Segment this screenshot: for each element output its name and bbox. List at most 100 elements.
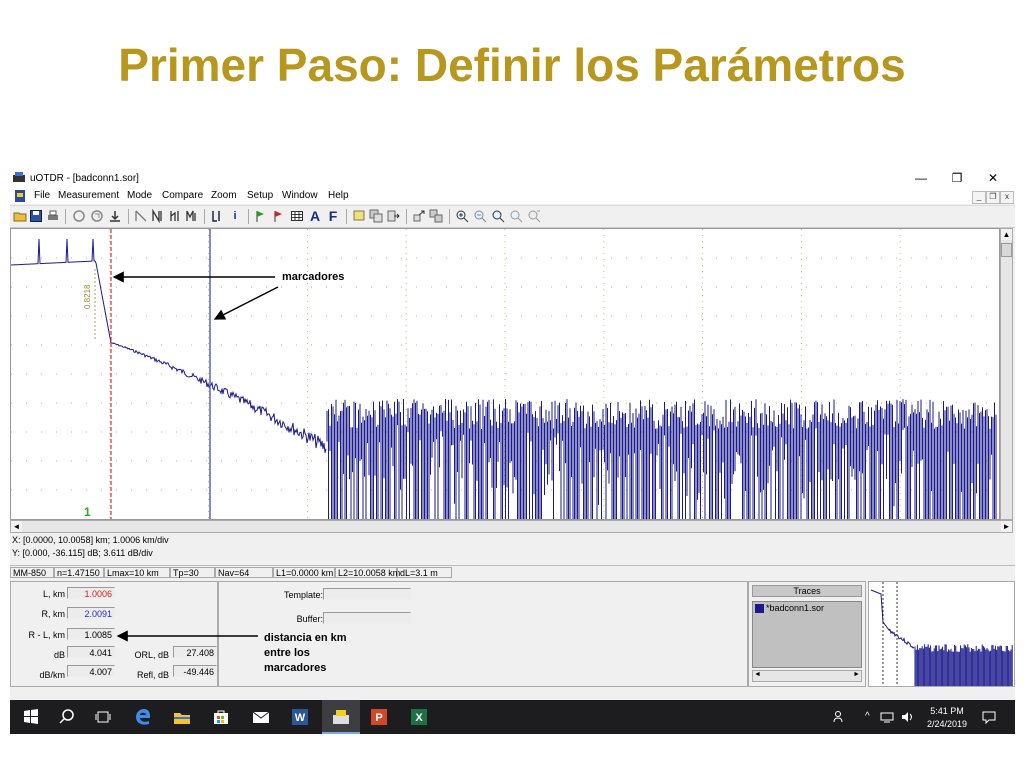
menu-setup[interactable]: Setup — [247, 190, 273, 201]
y-scale-readout: Y: [0.000, -36.115] dB; 3.611 dB/div — [12, 548, 153, 558]
otdr-trace-graph[interactable]: 0.8218 1 — [11, 229, 999, 519]
tray-chevron-icon[interactable]: ^ — [865, 711, 870, 722]
traces-scroll-right-icon[interactable]: ► — [853, 671, 860, 678]
title-bar: uOTDR - [badconn1.sor] — ❐ ✕ — [10, 168, 1015, 188]
restore-button[interactable]: ❐ — [943, 170, 971, 186]
traces-scrollbar[interactable]: ◄ ► — [752, 670, 862, 682]
event-m-icon[interactable] — [185, 209, 199, 223]
l-value: 1.0006 — [67, 587, 115, 599]
notifications-icon[interactable] — [982, 710, 996, 724]
arrow-down-icon[interactable] — [108, 209, 122, 223]
folder-open-icon[interactable] — [13, 209, 27, 223]
zoom-in-icon[interactable] — [455, 209, 469, 223]
status-tp: Tp=30 — [170, 567, 215, 578]
menu-window[interactable]: Window — [282, 190, 318, 201]
zoom-reset-icon[interactable] — [509, 209, 523, 223]
svg-text:X: X — [415, 712, 423, 724]
mdi-minimize-button[interactable]: _ — [972, 191, 986, 204]
status-bar: MM-850 n=1.47150 Lmax=10 km Tp=30 Nav=64… — [10, 565, 1015, 580]
status-mode: MM-850 — [10, 567, 54, 578]
notes-icon[interactable] — [369, 209, 383, 223]
minimize-button[interactable]: — — [907, 170, 935, 186]
status-index: n=1.47150 — [54, 567, 104, 578]
scroll-up-icon[interactable]: ▲ — [1001, 229, 1012, 240]
task-view-icon[interactable] — [94, 708, 112, 726]
traces-list[interactable]: *badconn1.sor — [752, 601, 862, 668]
trace-overview-graph[interactable] — [869, 582, 1014, 686]
x-scale-readout: X: [0.0000, 10.0058] km; 1.0006 km/div — [12, 535, 169, 545]
file-explorer-icon[interactable] — [173, 708, 191, 726]
event-nr-icon[interactable] — [151, 209, 165, 223]
status-l2: L2=10.0058 km — [335, 567, 400, 578]
zoom-custom-icon[interactable] — [527, 209, 541, 223]
windows-start-icon[interactable] — [22, 708, 40, 726]
scroll-right-icon[interactable]: ► — [1001, 521, 1012, 532]
powerpoint-icon[interactable]: P — [370, 708, 388, 726]
word-icon[interactable]: W — [291, 708, 309, 726]
flag-red-icon[interactable] — [272, 209, 286, 223]
excel-icon[interactable]: X — [410, 708, 428, 726]
status-lmax: Lmax=10 km — [104, 567, 170, 578]
zoom-fit-icon[interactable] — [491, 209, 505, 223]
event-n-icon[interactable] — [134, 209, 148, 223]
menu-help[interactable]: Help — [328, 190, 349, 201]
refresh-icon[interactable] — [90, 209, 104, 223]
measurements-panel: L, km 1.0006 R, km 2.0091 R - L, km 1.00… — [10, 581, 218, 687]
template-label: Template: — [283, 590, 323, 600]
menu-mode[interactable]: Mode — [127, 190, 152, 201]
annotation-marcadores: marcadores — [282, 271, 345, 283]
info-icon[interactable]: i — [228, 209, 242, 223]
traces-scroll-left-icon[interactable]: ◄ — [754, 671, 761, 678]
clock-date[interactable]: 2/24/2019 — [922, 719, 972, 729]
font-f-icon[interactable]: F — [326, 209, 340, 223]
table-icon[interactable] — [290, 209, 304, 223]
print-icon[interactable] — [46, 209, 60, 223]
menu-compare[interactable]: Compare — [162, 190, 203, 201]
circle-icon[interactable] — [72, 209, 86, 223]
copy-icon[interactable] — [429, 209, 443, 223]
db-value: 4.041 — [67, 646, 115, 658]
trace-item[interactable]: *badconn1.sor — [766, 603, 824, 613]
marker-l-icon[interactable] — [210, 209, 224, 223]
edge-icon[interactable] — [134, 708, 152, 726]
move-icon[interactable] — [412, 209, 426, 223]
font-a-icon[interactable]: A — [308, 209, 322, 223]
trace-number-label: 1 — [84, 505, 91, 519]
event-tl-icon[interactable] — [168, 209, 182, 223]
flag-green-icon[interactable] — [254, 209, 268, 223]
slide-title: Primer Paso: Definir los Parámetros — [118, 39, 906, 91]
store-icon[interactable] — [212, 708, 230, 726]
refl-value: -49.446 — [173, 665, 217, 677]
menu-file[interactable]: File — [34, 190, 50, 201]
export-icon[interactable] — [386, 209, 400, 223]
r-minus-l-label: R - L, km — [28, 630, 65, 640]
template-field[interactable] — [323, 588, 411, 600]
window-title: uOTDR - [badconn1.sor] — [30, 173, 139, 184]
zoom-out-icon[interactable] — [473, 209, 487, 223]
network-icon[interactable] — [880, 710, 894, 724]
mdi-close-button[interactable]: x — [1000, 191, 1014, 204]
horizontal-scrollbar[interactable]: ◄ ► — [10, 520, 1013, 533]
orl-label: ORL, dB — [134, 650, 169, 660]
trace-color-swatch — [755, 604, 764, 613]
trace-plot[interactable]: 0.8218 1 — [10, 228, 1000, 520]
search-icon[interactable] — [58, 708, 76, 726]
trace-overview-panel[interactable] — [868, 581, 1015, 687]
mail-icon[interactable] — [252, 708, 270, 726]
people-icon[interactable] — [833, 710, 847, 724]
note-icon[interactable] — [352, 209, 366, 223]
scroll-thumb[interactable] — [1001, 243, 1012, 257]
menu-bar: File Measurement Mode Compare Zoom Setup… — [10, 188, 1015, 204]
document-icon — [15, 190, 25, 202]
mdi-restore-button[interactable]: ❐ — [986, 191, 1000, 204]
buffer-field[interactable] — [323, 612, 411, 624]
menu-measurement[interactable]: Measurement — [58, 190, 119, 201]
menu-zoom[interactable]: Zoom — [211, 190, 237, 201]
otdr-app-icon[interactable] — [332, 708, 350, 726]
volume-icon[interactable] — [900, 710, 914, 724]
clock-time[interactable]: 5:41 PM — [922, 706, 972, 716]
vertical-scrollbar[interactable]: ▲ — [1000, 228, 1013, 520]
close-button[interactable]: ✕ — [979, 170, 1007, 186]
scroll-left-icon[interactable]: ◄ — [11, 521, 22, 532]
save-icon[interactable] — [29, 209, 43, 223]
